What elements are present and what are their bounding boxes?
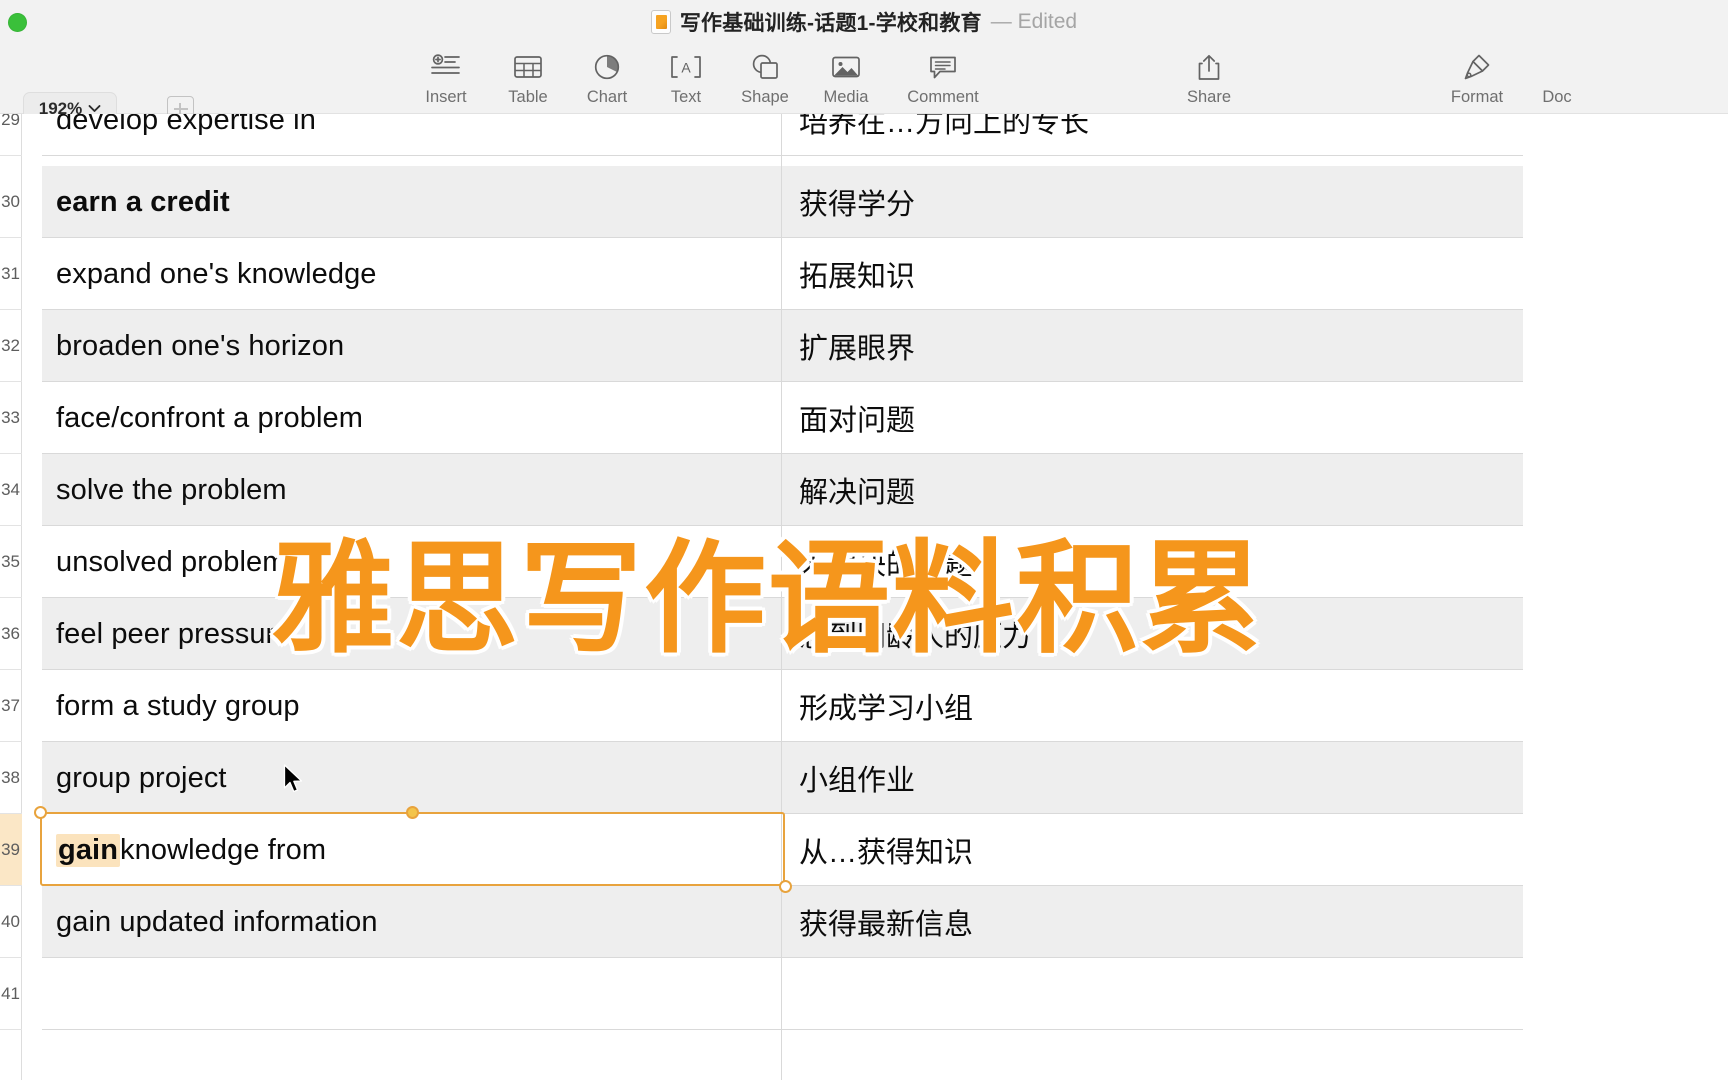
toolbar-label-text: Text	[670, 88, 702, 106]
row-number-39[interactable]: 39	[0, 814, 22, 886]
table-row[interactable]: gain updated information 获得最新信息	[42, 886, 1523, 958]
toolbar-button-media[interactable]: Media	[796, 50, 896, 107]
toolbar-label-comment: Comment	[907, 88, 979, 106]
row-number-29[interactable]: 29	[0, 114, 22, 156]
table-row[interactable]: form a study group 形成学习小组	[42, 670, 1523, 742]
selection-handle-top-left[interactable]	[34, 806, 47, 819]
page-title: 写作基础训练-话题1-学校和教育	[679, 12, 982, 35]
selection-handle-top-right[interactable]	[406, 806, 419, 819]
document-canvas[interactable]: 29 30 31 32 33 34 35 36 37 38 39 40 41 develop exper…	[0, 114, 1728, 1080]
traffic-light-green-icon[interactable]	[8, 13, 27, 32]
cell-english[interactable]: face/confront a problem	[42, 382, 781, 454]
chevron-down-icon	[88, 104, 101, 113]
toolbar-label-document: Doc	[1542, 88, 1572, 106]
cell-chinese[interactable]: 面对问题	[781, 382, 1523, 454]
cell-chinese[interactable]: 形成学习小组	[781, 670, 1523, 742]
row-number-34[interactable]: 34	[0, 454, 22, 526]
cell-chinese[interactable]: 培养在…方向上的专长	[781, 114, 1523, 156]
selection-handle-bottom-right[interactable]	[779, 880, 792, 893]
toolbar-label-table: Table	[508, 88, 548, 106]
table-row[interactable]: solve the problem 解决问题	[42, 454, 1523, 526]
row-number-31[interactable]: 31	[0, 238, 22, 310]
media-image-icon	[832, 50, 860, 84]
row-number-33[interactable]: 33	[0, 382, 22, 454]
cell-chinese[interactable]: 解决问题	[781, 454, 1523, 526]
cell-chinese[interactable]: 获得学分	[781, 166, 1523, 238]
text-box-icon: A	[671, 50, 701, 84]
toolbar-label-share: Share	[1186, 88, 1232, 106]
cell-chinese[interactable]: 小组作业	[781, 742, 1523, 814]
row-number-gutter: 29 30 31 32 33 34 35 36 37 38 39 40 41	[0, 114, 22, 1080]
table-row[interactable]: gain knowledge from 从…获得知识	[42, 814, 1523, 886]
edited-status: — Edited	[990, 10, 1078, 33]
cell-chinese[interactable]: 拓展知识	[781, 238, 1523, 310]
cell-english[interactable]: gain updated information	[42, 886, 781, 958]
document-title-group: 写作基础训练-话题1-学校和教育 — Edited	[650, 7, 1078, 37]
chart-pie-icon	[594, 50, 620, 84]
cell-english[interactable]: form a study group	[42, 670, 781, 742]
pages-app-window: 写作基础训练-话题1-学校和教育 — Edited 192% Zoom Add …	[0, 0, 1728, 1080]
cell-english[interactable]: solve the problem	[42, 454, 781, 526]
toolbar-label-media: Media	[823, 88, 869, 106]
toolbar-label-chart: Chart	[586, 88, 628, 106]
highlighted-keyword: gain	[56, 833, 121, 867]
row-number-30[interactable]: 30	[0, 166, 22, 238]
row-number-37[interactable]: 37	[0, 670, 22, 742]
cell-english[interactable]	[42, 958, 781, 1030]
cell-chinese[interactable]: 从…获得知识	[781, 814, 1523, 886]
table-row[interactable]: group project 小组作业	[42, 742, 1523, 814]
share-upload-icon	[1197, 50, 1221, 84]
row-number-36[interactable]: 36	[0, 598, 22, 670]
row-number-35[interactable]: 35	[0, 526, 22, 598]
toolbar-label-format: Format	[1450, 88, 1504, 106]
table-row[interactable]	[42, 958, 1523, 1030]
cell-english[interactable]: broaden one's horizon	[42, 310, 781, 382]
table-icon	[514, 50, 542, 84]
toolbar-button-share[interactable]: Share	[1159, 50, 1259, 107]
row-number-40[interactable]: 40	[0, 886, 22, 958]
pages-document-icon	[650, 10, 671, 34]
cell-english[interactable]: earn a credit	[42, 166, 781, 238]
toolbar-button-document[interactable]: Doc	[1507, 50, 1607, 107]
cell-chinese[interactable]	[781, 958, 1523, 1030]
cell-english[interactable]: develop expertise in	[42, 114, 781, 156]
toolbar-label-insert: Insert	[425, 88, 467, 106]
cell-english[interactable]: expand one's knowledge	[42, 238, 781, 310]
cell-chinese[interactable]: 扩展眼界	[781, 310, 1523, 382]
table-row[interactable]: earn a credit 获得学分	[42, 166, 1523, 238]
table-row[interactable]: face/confront a problem 面对问题	[42, 382, 1523, 454]
watermark-overlay: 雅思写作语料积累	[272, 531, 1264, 667]
insert-icon	[431, 50, 461, 84]
toolbar-button-comment[interactable]: Comment	[893, 50, 993, 107]
window-titlebar: 写作基础训练-话题1-学校和教育 — Edited	[0, 0, 1728, 44]
cell-chinese[interactable]: 获得最新信息	[781, 886, 1523, 958]
svg-text:A: A	[681, 60, 691, 76]
row-number-41[interactable]: 41	[0, 958, 22, 1030]
comment-icon	[929, 50, 957, 84]
table-row[interactable]: develop expertise in 培养在…方向上的专长	[42, 114, 1523, 156]
mouse-cursor	[283, 764, 305, 796]
paintbrush-icon	[1463, 50, 1491, 84]
cell-english[interactable]: gain knowledge from	[42, 814, 781, 886]
toolbar-label-shape: Shape	[741, 88, 789, 106]
row-number-38[interactable]: 38	[0, 742, 22, 814]
row-number-32[interactable]: 32	[0, 310, 22, 382]
cell-english[interactable]: group project	[42, 742, 781, 814]
table-row[interactable]: expand one's knowledge 拓展知识	[42, 238, 1523, 310]
cell-english-rest: knowledge from	[120, 833, 327, 866]
shape-icon	[751, 50, 779, 84]
table-row[interactable]: broaden one's horizon 扩展眼界	[42, 310, 1523, 382]
main-toolbar: 192% Zoom Add Page Insert	[0, 44, 1728, 150]
